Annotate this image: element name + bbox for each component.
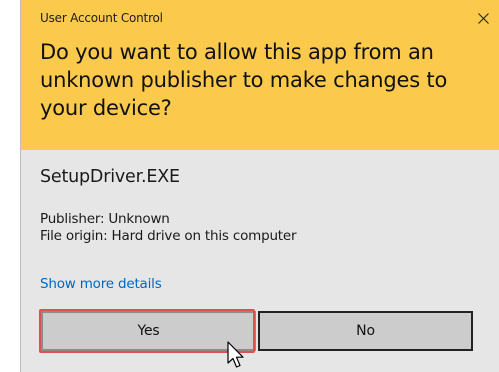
- no-button[interactable]: No: [258, 311, 473, 351]
- show-more-details-link[interactable]: Show more details: [40, 276, 162, 292]
- permission-question: Do you want to allow this app from an un…: [40, 40, 448, 120]
- yes-button[interactable]: Yes: [41, 311, 256, 351]
- window-title: User Account Control: [40, 11, 163, 25]
- app-name: SetupDriver.EXE: [40, 167, 180, 187]
- dialog-header: User Account Control Do you want to allo…: [21, 0, 499, 150]
- file-origin-info: File origin: Hard drive on this computer: [40, 228, 297, 244]
- close-icon: [477, 12, 489, 24]
- page: User Account Control Do you want to allo…: [0, 0, 499, 372]
- close-button[interactable]: [469, 6, 497, 30]
- publisher-info: Publisher: Unknown: [40, 211, 170, 227]
- uac-dialog: User Account Control Do you want to allo…: [20, 0, 499, 372]
